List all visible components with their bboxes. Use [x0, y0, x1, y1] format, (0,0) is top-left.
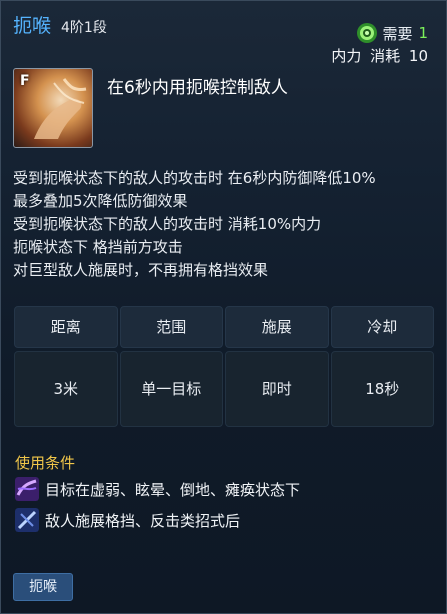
- tooltip-header: 扼喉 4阶1段: [13, 11, 107, 39]
- stat-value-cooldown: 18秒: [330, 351, 434, 427]
- skill-tier: 4阶1段: [61, 20, 107, 36]
- stats-value-row: 3米 单一目标 即时 18秒: [13, 348, 435, 427]
- effect-line: 受到扼喉状态下的敌人的攻击时 在6秒内防御降低10%: [13, 169, 376, 187]
- effect-line: 对巨型敌人施展时，不再拥有格挡效果: [13, 261, 269, 279]
- skill-icon[interactable]: F: [13, 68, 93, 148]
- skill-hotkey: F: [20, 73, 30, 89]
- cost-resource: 内力: [331, 47, 362, 65]
- stats-table: 距离 范围 施展 冷却 3米 单一目标 即时 18秒: [13, 306, 435, 427]
- cost-label: 消耗: [370, 47, 401, 65]
- requirement-label: 需要: [382, 24, 413, 43]
- stat-header-range: 距离: [14, 306, 118, 348]
- effect-line: 最多叠加5次降低防御效果: [13, 192, 188, 210]
- effects-list: 受到扼喉状态下的敌人的攻击时 在6秒内防御降低10% 最多叠加5次降低防御效果 …: [13, 167, 376, 282]
- skill-tooltip: 扼喉 4阶1段 需要 1 内力 消耗 10 F 在6秒内用扼喉控制敌人 受到扼喉…: [0, 0, 447, 614]
- effect-line: 扼喉状态下 格挡前方攻击: [13, 238, 183, 256]
- conditions-title: 使用条件: [15, 454, 76, 472]
- skill-name: 扼喉: [13, 15, 52, 37]
- stats-header-row: 距离 范围 施展 冷却: [13, 306, 435, 348]
- weakness-stun-icon: [15, 477, 39, 501]
- condition-item: 目标在虚弱、眩晕、倒地、瘫痪状态下: [15, 477, 300, 501]
- cost-value: 10: [408, 47, 428, 65]
- condition-item: 敌人施展格挡、反击类招式后: [15, 508, 240, 532]
- requirement: 需要 1: [356, 22, 428, 44]
- stat-header-cast: 施展: [225, 306, 329, 348]
- stat-value-cast: 即时: [225, 351, 329, 427]
- block-counter-icon: [15, 508, 39, 532]
- requirement-orb-icon: [357, 23, 378, 43]
- skill-description: 在6秒内用扼喉控制敌人: [107, 78, 288, 98]
- stat-header-cooldown: 冷却: [330, 306, 434, 348]
- condition-text: 敌人施展格挡、反击类招式后: [45, 511, 241, 530]
- stat-value-area: 单一目标: [119, 351, 223, 427]
- stat-value-range: 3米: [14, 351, 118, 427]
- stat-header-area: 范围: [119, 306, 223, 348]
- resource-cost: 内力 消耗 10: [331, 45, 428, 66]
- skill-tag-button[interactable]: 扼喉: [13, 573, 73, 601]
- effect-line: 受到扼喉状态下的敌人的攻击时 消耗10%内力: [13, 215, 322, 233]
- requirement-value: 1: [418, 24, 428, 42]
- condition-text: 目标在虚弱、眩晕、倒地、瘫痪状态下: [45, 480, 301, 499]
